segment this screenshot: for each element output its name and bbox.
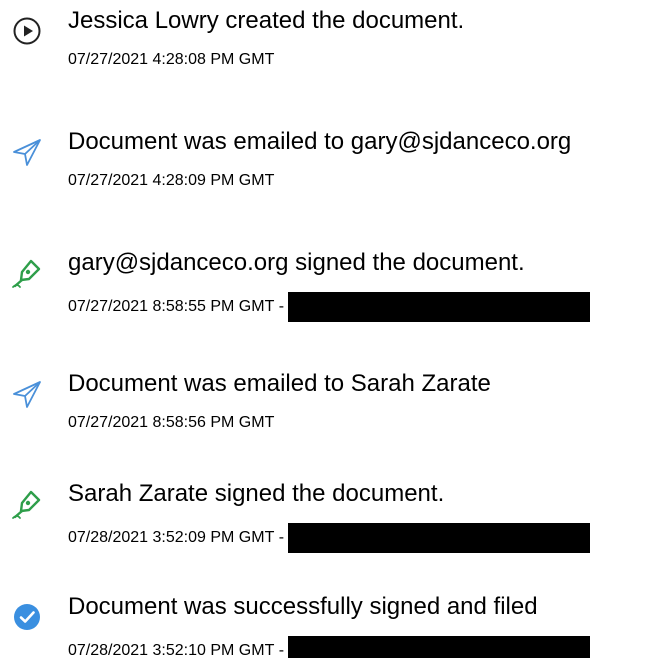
check-circle-icon bbox=[10, 600, 44, 634]
send-icon bbox=[10, 377, 44, 411]
pen-icon bbox=[10, 256, 44, 290]
audit-event-signed: gary@sjdanceco.org signed the document. … bbox=[0, 244, 658, 324]
send-icon bbox=[10, 135, 44, 169]
timestamp-separator: - bbox=[278, 642, 285, 658]
timestamp-separator: - bbox=[278, 298, 285, 315]
pen-icon bbox=[10, 487, 44, 521]
event-timestamp-row: 07/27/2021 4:28:08 PM GMT bbox=[68, 50, 274, 70]
event-timestamp: 07/27/2021 4:28:09 PM GMT bbox=[68, 172, 275, 189]
event-title: gary@sjdanceco.org signed the document. bbox=[68, 249, 525, 276]
event-timestamp: 07/27/2021 8:58:55 PM GMT bbox=[68, 298, 275, 315]
timestamp-separator: - bbox=[278, 529, 285, 546]
event-title: Document was emailed to Sarah Zarate bbox=[68, 370, 491, 397]
event-timestamp-row: 07/27/2021 8:58:55 PM GMT - bbox=[68, 292, 591, 322]
event-timestamp: 07/27/2021 4:28:08 PM GMT bbox=[68, 51, 275, 68]
event-timestamp: 07/28/2021 3:52:10 PM GMT bbox=[68, 642, 275, 658]
event-timestamp-row: 07/28/2021 3:52:09 PM GMT - bbox=[68, 523, 591, 553]
event-timestamp-row: 07/27/2021 4:28:09 PM GMT bbox=[68, 171, 274, 191]
redaction-bar bbox=[288, 292, 591, 322]
audit-event-emailed: Document was emailed to Sarah Zarate 07/… bbox=[0, 365, 658, 445]
event-title: Document was emailed to gary@sjdanceco.o… bbox=[68, 128, 572, 155]
audit-event-completed: Document was successfully signed and fil… bbox=[0, 588, 658, 658]
audit-event-signed: Sarah Zarate signed the document. 07/28/… bbox=[0, 475, 658, 555]
redaction-bar bbox=[288, 523, 591, 553]
event-timestamp: 07/28/2021 3:52:09 PM GMT bbox=[68, 529, 275, 546]
audit-event-emailed: Document was emailed to gary@sjdanceco.o… bbox=[0, 123, 658, 203]
play-circle-icon bbox=[10, 14, 44, 48]
event-title: Jessica Lowry created the document. bbox=[68, 7, 465, 34]
event-timestamp-row: 07/28/2021 3:52:10 PM GMT - bbox=[68, 636, 591, 658]
event-timestamp-row: 07/27/2021 8:58:56 PM GMT bbox=[68, 413, 274, 433]
event-timestamp: 07/27/2021 8:58:56 PM GMT bbox=[68, 414, 275, 431]
audit-event-created: Jessica Lowry created the document. 07/2… bbox=[0, 2, 658, 82]
redaction-bar bbox=[288, 636, 591, 658]
event-title: Sarah Zarate signed the document. bbox=[68, 480, 445, 507]
event-title: Document was successfully signed and fil… bbox=[68, 593, 538, 620]
